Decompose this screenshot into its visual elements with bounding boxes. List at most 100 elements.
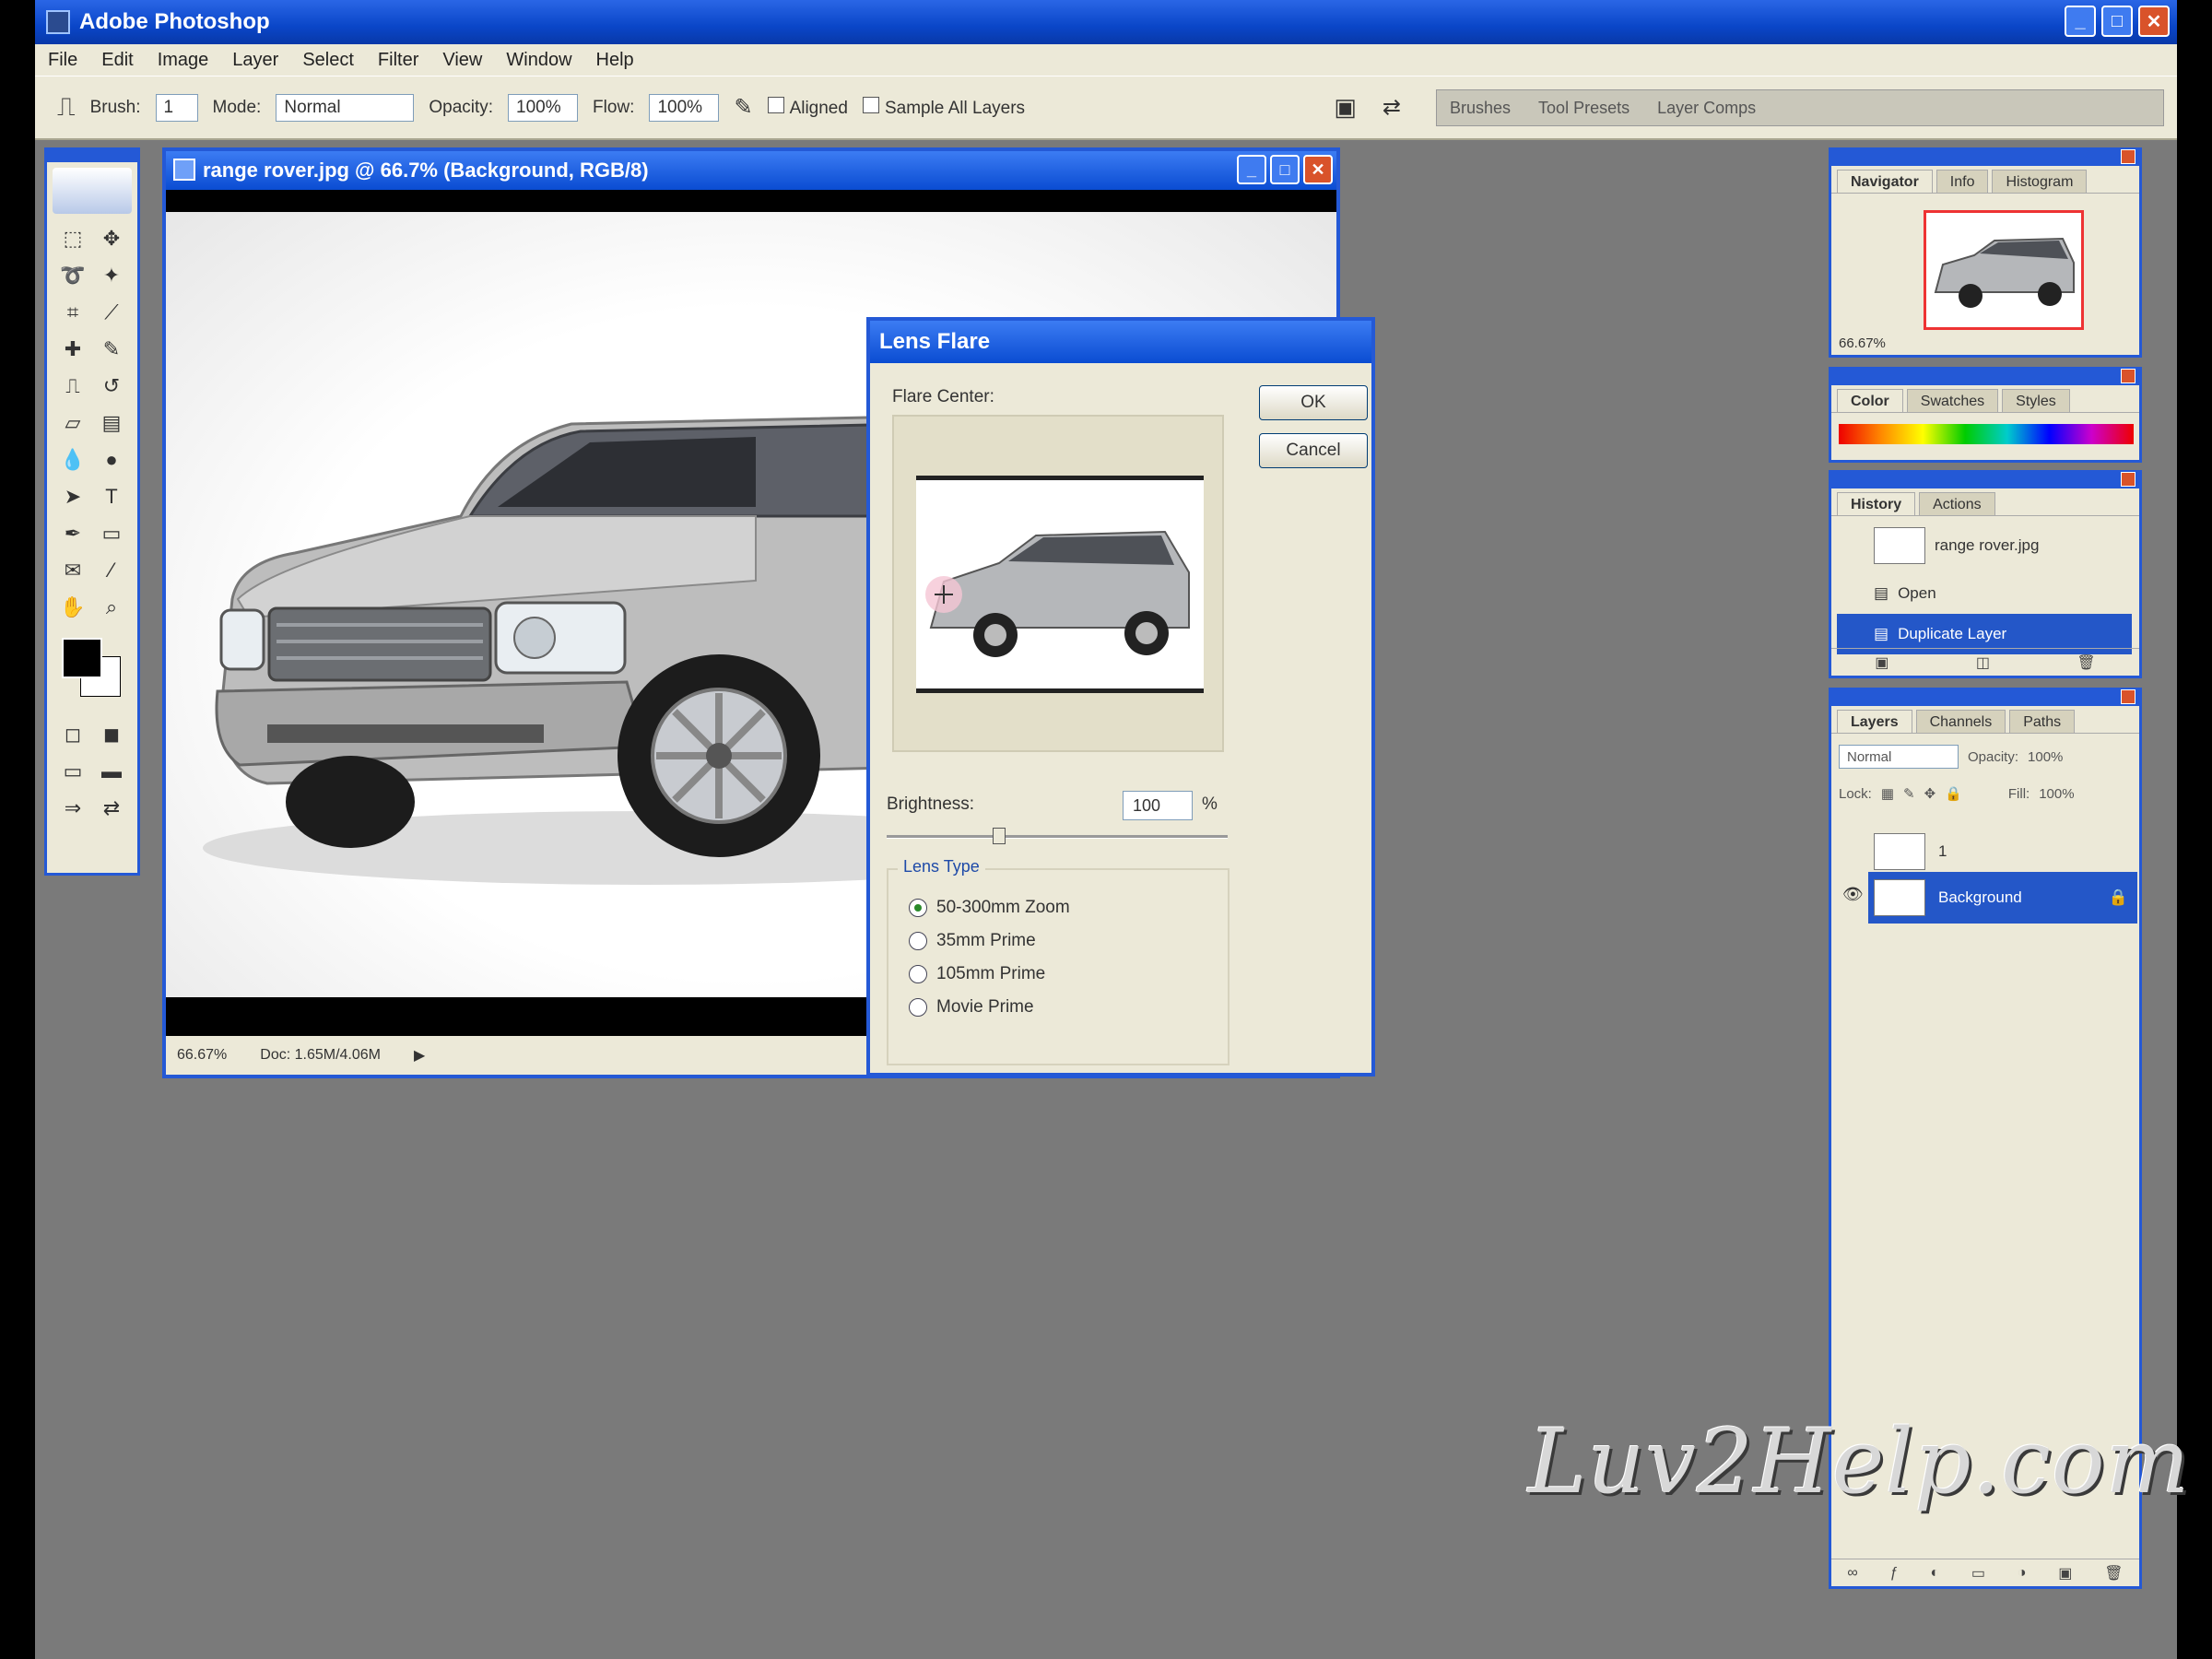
lens-option-105mm[interactable]: 105mm Prime — [909, 964, 1045, 984]
hand-tool-icon[interactable]: ✋ — [56, 592, 89, 623]
close-icon[interactable] — [2121, 689, 2136, 704]
lasso-tool-icon[interactable]: ➰ — [56, 260, 89, 291]
path-selection-tool-icon[interactable]: ➤ — [56, 481, 89, 512]
menu-image[interactable]: Image — [158, 50, 209, 71]
menu-file[interactable]: File — [48, 50, 77, 71]
magic-wand-tool-icon[interactable]: ✦ — [95, 260, 128, 291]
link-layers-icon[interactable]: ∞ — [1847, 1565, 1857, 1582]
crop-tool-icon[interactable]: ⌗ — [56, 297, 89, 328]
brightness-slider-thumb[interactable] — [993, 828, 1006, 844]
dodge-tool-icon[interactable]: ● — [95, 444, 128, 476]
menu-layer[interactable]: Layer — [232, 50, 278, 71]
new-group-icon[interactable]: ▭ — [1971, 1564, 1985, 1583]
imageready-jump-icon[interactable]: ⇒ — [56, 793, 89, 824]
menu-view[interactable]: View — [442, 50, 482, 71]
blend-mode-select[interactable]: Normal — [1839, 745, 1959, 769]
airbrush-icon[interactable]: ✎ — [734, 94, 752, 121]
notes-tool-icon[interactable]: ✉ — [56, 555, 89, 586]
minimize-icon[interactable]: _ — [2065, 6, 2096, 37]
maximize-icon[interactable]: □ — [2101, 6, 2133, 37]
close-icon[interactable]: ✕ — [1303, 155, 1333, 184]
clone-stamp-tool-icon[interactable]: ⎍ — [56, 371, 89, 402]
tool-extra-icon[interactable]: ⇄ — [95, 793, 128, 824]
ok-button[interactable]: OK — [1259, 385, 1368, 420]
close-icon[interactable] — [2121, 472, 2136, 487]
lock-transparency-icon[interactable]: ▦ — [1881, 785, 1894, 802]
tab-color[interactable]: Color — [1837, 389, 1903, 412]
fill-value[interactable]: 100% — [2039, 786, 2074, 802]
move-tool-icon[interactable]: ✥ — [95, 223, 128, 254]
dialog-title[interactable]: Lens Flare — [870, 321, 1371, 363]
trash-icon[interactable]: 🗑 — [2077, 653, 2095, 672]
slice-tool-icon[interactable]: ⟋ — [95, 297, 128, 328]
sample-all-checkbox[interactable]: Sample All Layers — [862, 96, 1025, 119]
adobe-logo[interactable] — [53, 168, 132, 214]
tab-channels[interactable]: Channels — [1915, 710, 2006, 733]
layer-row-selected[interactable]: Background 🔒 — [1868, 872, 2137, 924]
mode-select[interactable]: Normal — [276, 93, 415, 122]
pen-tool-icon[interactable]: ✒ — [56, 518, 89, 549]
well-tab-brushes[interactable]: Brushes — [1450, 99, 1511, 118]
tab-styles[interactable]: Styles — [2002, 389, 2070, 412]
new-snapshot-icon[interactable]: ◫ — [1976, 653, 1990, 672]
brightness-input[interactable]: 100 — [1123, 791, 1193, 820]
gradient-tool-icon[interactable]: ▤ — [95, 407, 128, 439]
cancel-button[interactable]: Cancel — [1259, 433, 1368, 468]
menu-select[interactable]: Select — [302, 50, 354, 71]
file-browser-icon[interactable]: ▣ — [1334, 93, 1357, 122]
layer-row[interactable]: 1 — [1868, 826, 2137, 877]
zoom-tool-icon[interactable]: ⌕ — [95, 592, 128, 623]
tab-navigator[interactable]: Navigator — [1837, 170, 1933, 193]
minimize-icon[interactable]: _ — [1237, 155, 1266, 184]
close-icon[interactable] — [2121, 149, 2136, 164]
palette-toggle-icon[interactable]: ⇄ — [1382, 94, 1401, 121]
document-title-bar[interactable]: range rover.jpg @ 66.7% (Background, RGB… — [166, 151, 1336, 190]
lock-paint-icon[interactable]: ✎ — [1903, 785, 1915, 802]
screen-mode-full-icon[interactable]: ▬ — [95, 756, 128, 787]
layer-opacity-value[interactable]: 100% — [2028, 749, 2063, 765]
eraser-tool-icon[interactable]: ▱ — [56, 407, 89, 439]
clone-stamp-icon[interactable]: ⎍ — [57, 92, 76, 123]
tab-history[interactable]: History — [1837, 492, 1916, 515]
brightness-slider-track[interactable] — [887, 835, 1228, 839]
close-icon[interactable]: ✕ — [2138, 6, 2170, 37]
lens-option-50-300mm[interactable]: 50-300mm Zoom — [909, 898, 1070, 918]
maximize-icon[interactable]: □ — [1270, 155, 1300, 184]
foreground-color-swatch[interactable] — [62, 638, 102, 678]
menu-edit[interactable]: Edit — [101, 50, 133, 71]
aligned-checkbox[interactable]: Aligned — [767, 96, 848, 119]
zoom-level[interactable]: 66.67% — [177, 1047, 227, 1064]
lens-option-movie-prime[interactable]: Movie Prime — [909, 997, 1034, 1018]
screen-mode-standard-icon[interactable]: ▭ — [56, 756, 89, 787]
tab-actions[interactable]: Actions — [1919, 492, 1995, 515]
new-document-icon[interactable]: ▣ — [1875, 653, 1888, 672]
layer-style-icon[interactable]: ƒ — [1890, 1565, 1899, 1582]
tab-paths[interactable]: Paths — [2009, 710, 2076, 733]
flare-preview[interactable] — [892, 415, 1224, 752]
new-layer-icon[interactable]: ▣ — [2058, 1564, 2072, 1583]
color-ramp[interactable] — [1839, 424, 2134, 444]
tab-swatches[interactable]: Swatches — [1906, 389, 1999, 412]
blur-tool-icon[interactable]: 💧 — [56, 444, 89, 476]
lock-all-icon[interactable]: 🔒 — [1945, 785, 1962, 802]
tab-layers[interactable]: Layers — [1837, 710, 1912, 733]
flow-input[interactable]: 100% — [649, 93, 720, 122]
tab-info[interactable]: Info — [1936, 170, 1989, 193]
well-tab-layer-comps[interactable]: Layer Comps — [1657, 99, 1756, 118]
eyedropper-tool-icon[interactable]: ⁄ — [95, 555, 128, 586]
menu-help[interactable]: Help — [596, 50, 634, 71]
type-tool-icon[interactable]: T — [95, 481, 128, 512]
history-item[interactable]: ▤ Open — [1837, 573, 2132, 614]
menu-filter[interactable]: Filter — [378, 50, 418, 71]
lock-move-icon[interactable]: ✥ — [1924, 785, 1936, 802]
tab-histogram[interactable]: Histogram — [1992, 170, 2088, 193]
history-snapshot[interactable]: range rover.jpg — [1837, 525, 2132, 566]
standard-mode-icon[interactable]: ◻ — [56, 719, 89, 750]
eye-icon[interactable]: 👁 — [1842, 885, 1864, 904]
brush-size-picker[interactable]: 1 — [155, 93, 198, 122]
navigator-thumbnail[interactable] — [1924, 210, 2084, 330]
close-icon[interactable] — [2121, 369, 2136, 383]
history-brush-tool-icon[interactable]: ↺ — [95, 371, 128, 402]
lens-option-35mm[interactable]: 35mm Prime — [909, 931, 1036, 951]
healing-brush-tool-icon[interactable]: ✚ — [56, 334, 89, 365]
